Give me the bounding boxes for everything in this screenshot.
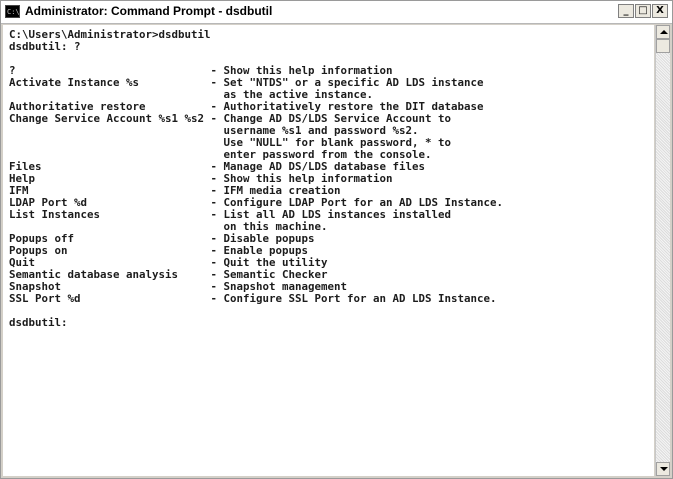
scroll-down-button[interactable] [656, 462, 670, 476]
console-output[interactable]: C:\Users\Administrator>dsdbutil dsdbutil… [3, 25, 654, 476]
scroll-up-button[interactable] [656, 25, 670, 39]
close-button[interactable]: X [652, 4, 668, 18]
scroll-thumb[interactable] [656, 39, 670, 53]
minimize-button[interactable]: _ [618, 4, 634, 18]
vertical-scrollbar[interactable] [655, 25, 670, 476]
arrow-up-icon [660, 30, 668, 34]
command-prompt-icon[interactable]: C:\ [5, 5, 20, 18]
window-title: Administrator: Command Prompt - dsdbutil [25, 4, 273, 18]
console-text: C:\Users\Administrator>dsdbutil dsdbutil… [3, 25, 654, 329]
console-line: SSL Port %d - Configure SSL Port for an … [9, 292, 497, 305]
maximize-button[interactable]: □ [635, 4, 651, 18]
arrow-down-icon [660, 467, 668, 471]
window-controls: _ □ X [618, 4, 668, 18]
command-prompt-window: C:\ Administrator: Command Prompt - dsdb… [0, 0, 673, 479]
console-line: dsdbutil: [9, 316, 68, 329]
title-bar[interactable]: C:\ Administrator: Command Prompt - dsdb… [1, 1, 672, 24]
console-line: dsdbutil: ? [9, 40, 81, 53]
